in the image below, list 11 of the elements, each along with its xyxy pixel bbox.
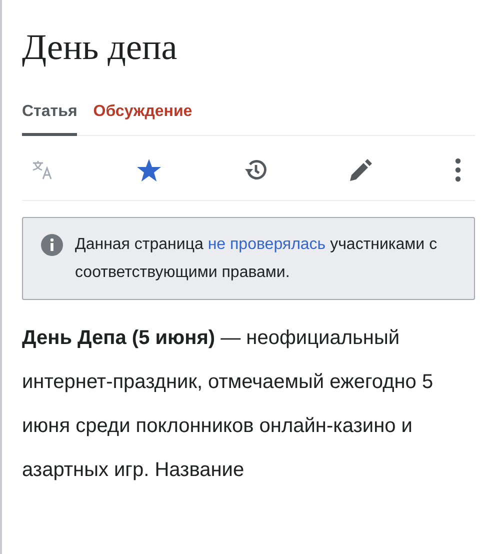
page-title: День депа xyxy=(22,26,178,69)
pencil-icon[interactable] xyxy=(350,159,372,182)
more-icon[interactable] xyxy=(455,158,461,182)
star-icon[interactable] xyxy=(136,158,161,182)
info-icon xyxy=(41,234,63,256)
tab[interactable]: Статья xyxy=(22,103,78,136)
notice-text: Данная страница не проверялась участниками с соответствующими правами. xyxy=(75,235,438,284)
article-paragraph: День Депа (5 июня) — неофициальный интернет-праздник, отмечаемый ежегодно 5 июня среди поклонников онлайн-казино и азартных игр. Название xyxy=(22,326,434,484)
notice-link[interactable]: не проверялась xyxy=(208,236,326,254)
tab[interactable]: Обсуждение xyxy=(93,103,192,136)
history-icon[interactable] xyxy=(244,158,268,182)
